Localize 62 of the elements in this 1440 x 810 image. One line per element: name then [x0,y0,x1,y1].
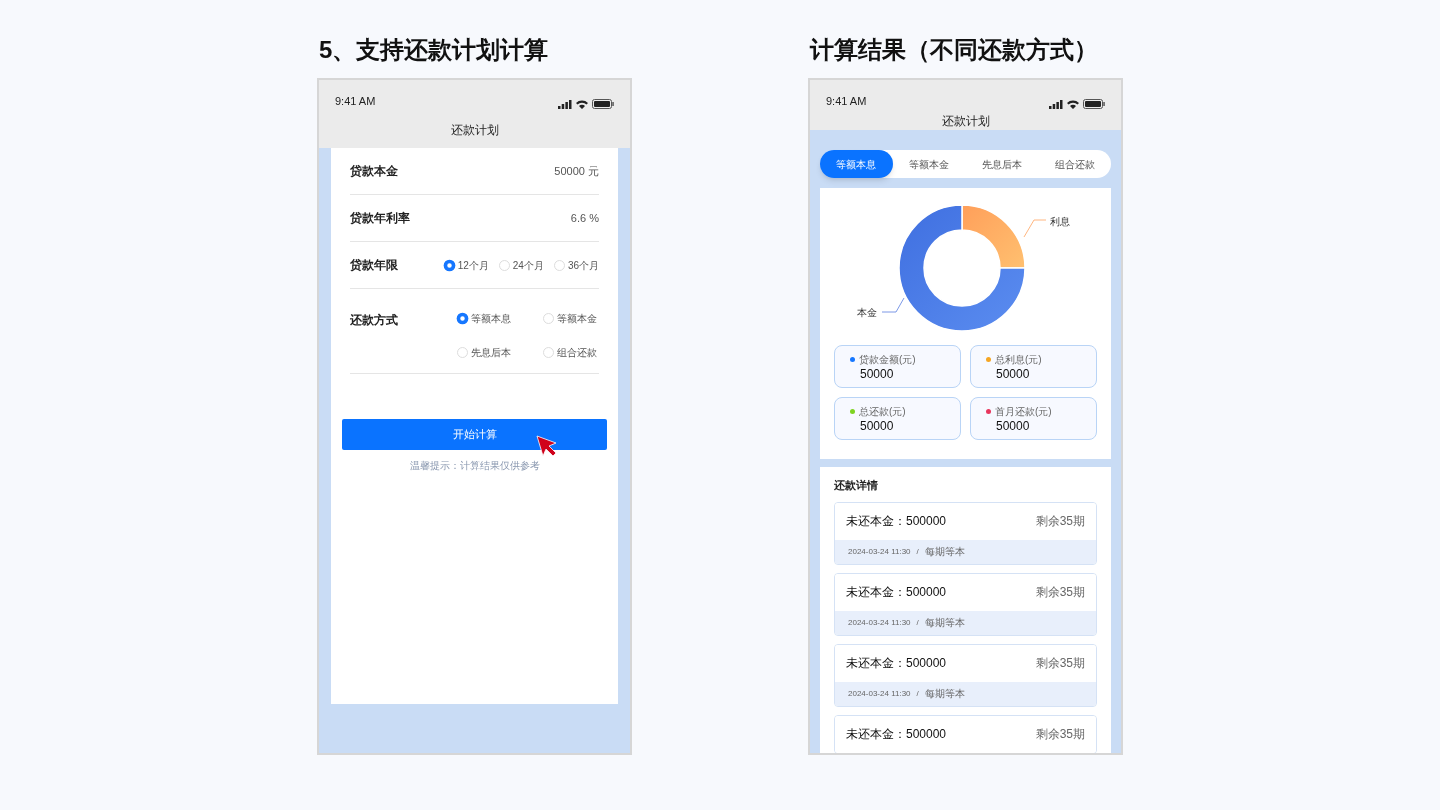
details-title: 还款详情 [834,478,879,493]
tab[interactable]: 等额本金 [892,150,966,178]
field-value: 6.6 % [570,210,599,226]
signal-icon [1049,99,1063,109]
stat-label: 贷款金额(元) [859,353,916,367]
principal-label: 本金 [857,307,877,318]
separator-text: / [916,687,919,700]
radio-option[interactable]: 12个月 [443,257,489,273]
section-heading: 5、支持还款计划计算 [318,35,550,65]
remaining-principal: 未还本金：500000 [846,655,947,672]
wifi-icon [576,99,588,109]
signal-icon [558,99,572,109]
leader-line [1023,219,1047,238]
separator-text: / [916,545,919,558]
separator-text: / [916,616,919,629]
stat-label: 总利息(元) [995,353,1042,367]
remaining-periods: 剩余35期 [1035,726,1085,743]
stat-label: 首月还款(元) [995,405,1052,419]
radio-option[interactable]: 24个月 [498,257,544,273]
battery-icon [592,99,614,109]
item-note: 每期等本 [924,687,965,701]
stat-value: 50000 [859,367,895,381]
remaining-principal: 未还本金：500000 [846,513,947,530]
wifi-icon [1067,99,1079,109]
leader-line [881,297,905,313]
tab[interactable]: 组合还款 [1038,150,1111,178]
field-label: 贷款年利率 [350,210,410,227]
stat-value: 50000 [995,419,1031,433]
radio-option[interactable]: 等额本息 [457,311,543,326]
field-label: 贷款本金 [350,163,398,180]
status-time: 9:41 AM [826,93,867,109]
tab[interactable]: 先息后本 [965,150,1039,178]
remaining-principal: 未还本金：500000 [846,584,947,601]
cursor-icon [536,435,558,457]
item-note: 每期等本 [924,616,965,630]
remaining-periods: 剩余35期 [1035,655,1085,672]
radio-option[interactable]: 先息后本 [457,345,543,360]
radio-option[interactable]: 等额本金 [543,311,599,326]
item-date: 2024-03-24 11:30 [848,545,911,558]
stat-value: 50000 [995,367,1031,381]
radio-option[interactable]: 组合还款 [543,345,599,360]
radio-option[interactable]: 36个月 [553,257,599,273]
stat-label: 总还款(元) [859,405,906,419]
field-label: 还款方式 [350,312,398,329]
item-date: 2024-03-24 11:30 [848,616,911,629]
status-time: 9:41 AM [335,93,376,109]
battery-icon [1083,99,1105,109]
nav-title: 还款计划 [450,122,499,139]
item-note: 每期等本 [924,545,965,559]
field-label: 贷款年限 [350,257,398,274]
interest-label: 利息 [1050,216,1070,227]
remaining-principal: 未还本金：500000 [846,726,947,743]
nav-title: 还款计划 [941,113,990,130]
hint-text: 温馨提示：计算结果仅供参考 [409,459,540,473]
remaining-periods: 剩余35期 [1035,584,1085,601]
section-heading: 计算结果（不同还款方式） [808,35,1099,65]
remaining-periods: 剩余35期 [1035,513,1085,530]
calculate-button[interactable]: 开始计算 [342,419,607,450]
tab[interactable]: 等额本息 [820,150,893,178]
item-date: 2024-03-24 11:30 [848,687,911,700]
field-value: 50000 元 [554,163,599,179]
stat-value: 50000 [859,419,895,433]
